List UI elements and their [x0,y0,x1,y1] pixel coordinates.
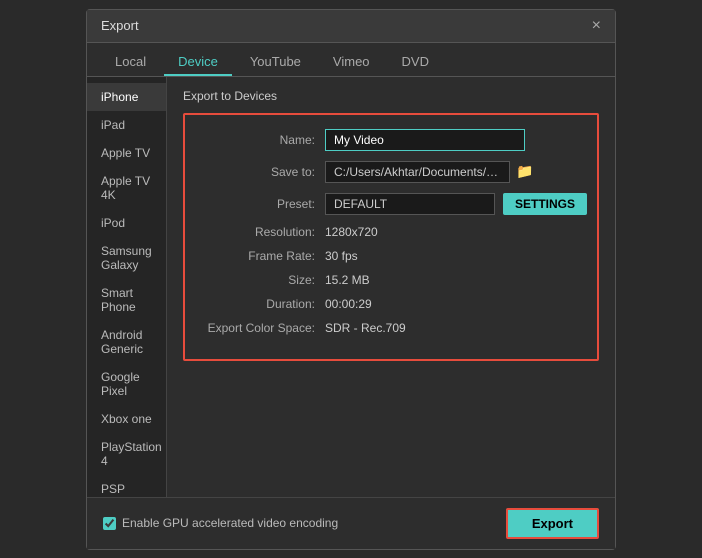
resolution-value: 1280x720 [325,225,378,239]
tab-bar: Local Device YouTube Vimeo DVD [87,43,615,77]
duration-value: 00:00:29 [325,297,372,311]
export-color-label: Export Color Space: [195,321,325,335]
frame-rate-value: 30 fps [325,249,358,263]
sidebar-item-playstation-4[interactable]: PlayStation 4 [87,433,166,475]
duration-label: Duration: [195,297,325,311]
frame-rate-row: Frame Rate: 30 fps [195,249,587,263]
sidebar-item-apple-tv[interactable]: Apple TV [87,139,166,167]
sidebar-item-apple-tv-4k[interactable]: Apple TV 4K [87,167,166,209]
sidebar-item-xbox-one[interactable]: Xbox one [87,405,166,433]
gpu-checkbox[interactable] [103,517,116,530]
sidebar-item-samsung-galaxy[interactable]: Samsung Galaxy [87,237,166,279]
close-button[interactable]: × [592,18,601,34]
tab-vimeo[interactable]: Vimeo [319,49,384,76]
save-to-row: Save to: C:/Users/Akhtar/Documents/Wonde… [195,161,587,183]
form-area: Name: Save to: C:/Users/Akhtar/Documents… [183,113,599,361]
size-label: Size: [195,273,325,287]
sidebar-item-iphone[interactable]: iPhone [87,83,166,111]
dialog-footer: Enable GPU accelerated video encoding Ex… [87,497,615,549]
frame-rate-label: Frame Rate: [195,249,325,263]
name-label: Name: [195,133,325,147]
gpu-label[interactable]: Enable GPU accelerated video encoding [103,516,338,530]
color-space-row: Export Color Space: SDR - Rec.709 [195,321,587,335]
size-row: Size: 15.2 MB [195,273,587,287]
size-value: 15.2 MB [325,273,370,287]
dialog-header: Export × [87,10,615,43]
gpu-label-text: Enable GPU accelerated video encoding [122,516,338,530]
export-button[interactable]: Export [506,508,599,539]
folder-icon: 📁 [516,163,533,179]
export-dialog: Export × Local Device YouTube Vimeo DVD … [86,9,616,550]
settings-button[interactable]: SETTINGS [503,193,587,215]
sidebar-item-psp[interactable]: PSP [87,475,166,497]
duration-row: Duration: 00:00:29 [195,297,587,311]
tab-youtube[interactable]: YouTube [236,49,315,76]
sidebar-item-google-pixel[interactable]: Google Pixel [87,363,166,405]
tab-device[interactable]: Device [164,49,232,76]
resolution-label: Resolution: [195,225,325,239]
dialog-title: Export [101,18,139,33]
tab-local[interactable]: Local [101,49,160,76]
save-to-label: Save to: [195,165,325,179]
preset-select[interactable]: DEFAULT [325,193,495,215]
folder-button[interactable]: 📁 [516,163,533,180]
name-input[interactable] [325,129,525,151]
name-row: Name: [195,129,587,151]
resolution-row: Resolution: 1280x720 [195,225,587,239]
preset-label: Preset: [195,197,325,211]
preset-row: Preset: DEFAULT SETTINGS [195,193,587,215]
sidebar-item-ipad[interactable]: iPad [87,111,166,139]
sidebar-item-smart-phone[interactable]: Smart Phone [87,279,166,321]
main-panel: Export to Devices Name: Save to: C:/User… [167,77,615,497]
export-color-value: SDR - Rec.709 [325,321,406,335]
sidebar-item-android-generic[interactable]: Android Generic [87,321,166,363]
tab-dvd[interactable]: DVD [388,49,443,76]
content-area: iPhone iPad Apple TV Apple TV 4K iPod Sa… [87,77,615,497]
sidebar-item-ipod[interactable]: iPod [87,209,166,237]
panel-title: Export to Devices [183,89,599,103]
save-to-path: C:/Users/Akhtar/Documents/Wondershare [325,161,510,183]
device-sidebar: iPhone iPad Apple TV Apple TV 4K iPod Sa… [87,77,167,497]
